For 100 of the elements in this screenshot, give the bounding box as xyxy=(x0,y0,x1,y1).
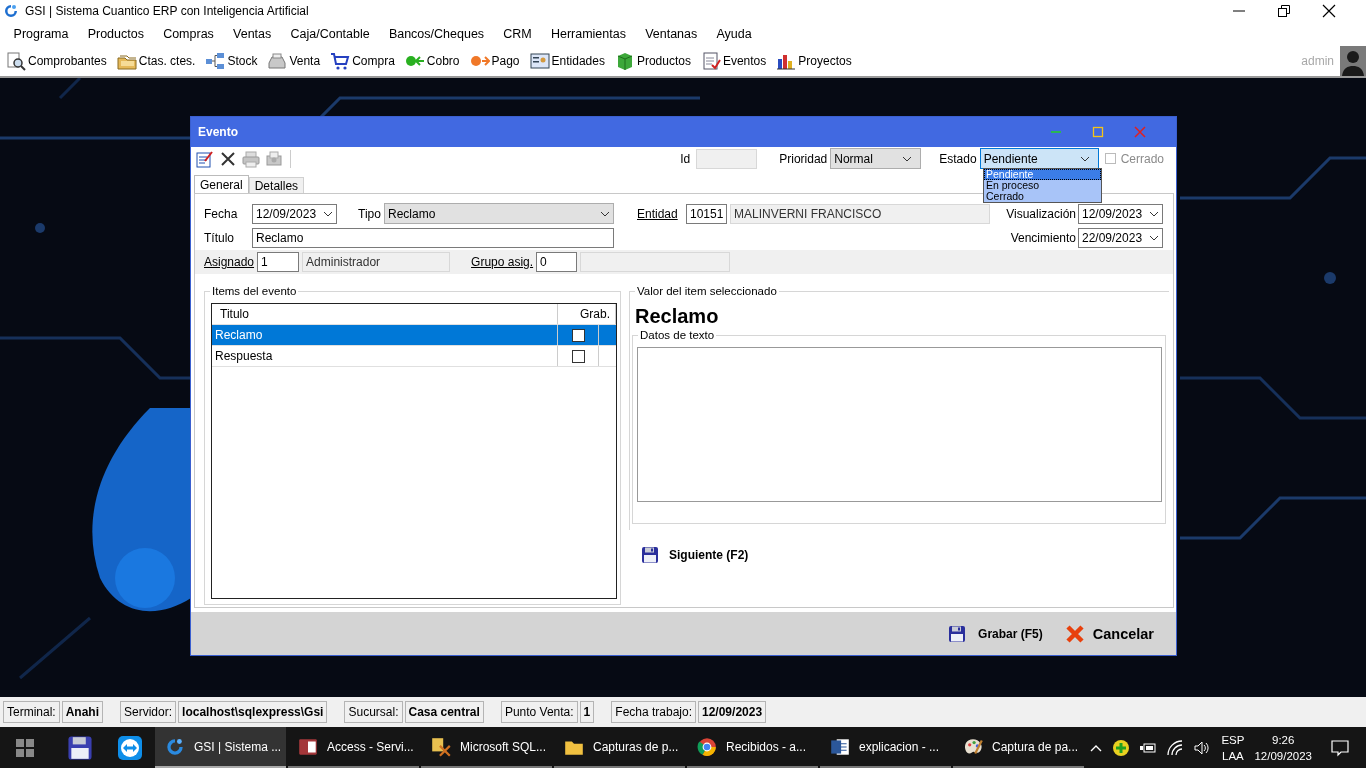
close-icon[interactable] xyxy=(1321,3,1337,19)
grid-icon[interactable] xyxy=(15,737,35,758)
dropdown-option[interactable]: En proceso xyxy=(984,180,1101,191)
dropdown-option[interactable]: Cerrado xyxy=(984,191,1101,202)
field-label: Título xyxy=(204,230,235,245)
toolbar-button[interactable]: Compra xyxy=(352,54,395,68)
field-label: Fecha xyxy=(204,206,239,221)
edit-note-icon[interactable] xyxy=(196,149,214,168)
checkbox[interactable] xyxy=(571,328,585,342)
toolbar-button[interactable]: Pago xyxy=(491,54,520,68)
taskbar-button[interactable]: Microsoft SQL... xyxy=(421,727,552,768)
menu-item[interactable]: Ayuda xyxy=(706,27,762,41)
status-label: Terminal: xyxy=(3,701,60,723)
status-value: Anahi xyxy=(61,701,104,723)
window-title: GSI | Sistema Cuantico ERP con Inteligencia Artificial xyxy=(25,4,309,18)
wifi-icon[interactable] xyxy=(1166,738,1185,757)
browser-icon xyxy=(696,735,718,758)
notification-icon[interactable] xyxy=(1330,737,1350,758)
caret-icon xyxy=(902,155,913,162)
field-link[interactable]: Asignado xyxy=(204,255,255,269)
taskbar-button[interactable]: GSI | Sistema ... xyxy=(155,727,286,768)
field-label: Estado xyxy=(939,151,977,166)
taskbar-button[interactable]: Captura de pa... xyxy=(953,727,1084,768)
toolbar-button[interactable]: Productos xyxy=(636,54,691,68)
status-label: Punto Venta: xyxy=(500,701,578,723)
menu-item[interactable]: Bancos/Cheques xyxy=(379,27,494,41)
menu-item[interactable]: Ventanas xyxy=(635,27,707,41)
toolbar-button[interactable]: Comprobantes xyxy=(28,54,107,68)
checkbox-label: Cerrado xyxy=(1120,151,1164,166)
dropdown-option[interactable]: Pendiente xyxy=(984,169,1101,180)
document-search-icon[interactable] xyxy=(6,51,26,71)
menu-item[interactable]: Caja/Contable xyxy=(280,27,380,41)
code-field[interactable]: 10151 xyxy=(686,203,727,224)
toolbar-button[interactable]: Eventos xyxy=(722,54,767,68)
remote-arrows-icon[interactable] xyxy=(117,734,143,761)
toolbar-button[interactable]: Cobro xyxy=(426,54,460,68)
menu-item[interactable]: CRM xyxy=(493,27,542,41)
name-field[interactable]: Administrador xyxy=(302,252,451,272)
save-button[interactable]: Grabar (F5) xyxy=(948,624,1043,643)
status-value: Casa central xyxy=(404,701,484,723)
menu-item[interactable]: Compras xyxy=(153,27,224,41)
maximize-icon[interactable] xyxy=(1092,126,1104,138)
toolbar-button[interactable]: Venta xyxy=(289,54,321,68)
taskbar-button[interactable]: explicacion - ... xyxy=(820,727,951,768)
name-field[interactable] xyxy=(580,252,731,272)
toolbar-button[interactable]: Ctas. ctes. xyxy=(138,54,196,68)
next-button[interactable]: Siguiente (F2) xyxy=(641,546,1169,564)
name-field[interactable]: MALINVERNI FRANCISCO xyxy=(730,203,990,224)
field-label: Id xyxy=(680,151,691,166)
priority-dropdown[interactable]: Normal xyxy=(830,148,922,169)
date-field[interactable]: 12/09/2023 xyxy=(252,203,337,224)
date-field[interactable]: 12/09/2023 xyxy=(1078,203,1163,224)
field-link[interactable]: Grupo asig. xyxy=(471,255,534,269)
caret-icon xyxy=(1149,234,1159,241)
taskbar-button[interactable]: Capturas de p... xyxy=(554,727,685,768)
table-cell: Reclamo xyxy=(212,325,558,345)
caret-icon xyxy=(1079,155,1090,162)
field-link[interactable]: Entidad xyxy=(637,206,683,221)
clock-time: 9:26 xyxy=(1272,732,1295,748)
group-label: Datos de texto xyxy=(639,329,716,341)
tab[interactable]: Detalles xyxy=(248,177,305,193)
delete-icon[interactable] xyxy=(219,149,237,168)
menu-item[interactable]: Ventas xyxy=(223,27,281,41)
status-dropdown[interactable]: Pendiente xyxy=(979,148,1099,169)
network-icon[interactable] xyxy=(205,51,226,71)
caret-icon xyxy=(1149,210,1159,217)
group-label: Valor del item seleccionado xyxy=(636,285,778,297)
floppy-icon xyxy=(641,546,659,564)
type-dropdown[interactable]: Reclamo xyxy=(384,203,614,224)
checkbox[interactable] xyxy=(571,349,585,363)
cash-register-icon[interactable] xyxy=(267,51,288,71)
menu-item[interactable]: Productos xyxy=(78,27,154,41)
taskbar-button[interactable]: Access - Servi... xyxy=(288,727,419,768)
cancel-button[interactable]: Cancelar xyxy=(1064,623,1154,644)
swirl-icon xyxy=(3,3,19,19)
date-field[interactable]: 22/09/2023 xyxy=(1078,227,1163,248)
cart-icon[interactable] xyxy=(330,51,351,71)
code-field[interactable]: 0 xyxy=(536,252,578,272)
menu-item[interactable]: Programa xyxy=(4,27,79,41)
table-row[interactable]: Reclamo xyxy=(212,325,616,346)
id-field[interactable] xyxy=(696,148,758,169)
code-field[interactable]: 1 xyxy=(257,252,300,272)
table-row[interactable]: Respuesta xyxy=(212,346,616,367)
taskbar-button[interactable]: Recibidos - a... xyxy=(687,727,818,768)
caret-icon xyxy=(323,210,333,217)
title-field[interactable]: Reclamo xyxy=(252,227,614,248)
cross-icon xyxy=(1064,623,1085,644)
floppy-icon[interactable] xyxy=(67,734,93,761)
menu-item[interactable]: Herramientas xyxy=(541,27,636,41)
plus-circle-icon[interactable] xyxy=(1112,738,1131,757)
toolbar-button[interactable]: Proyectos xyxy=(798,54,852,68)
toolbar-button[interactable]: Entidades xyxy=(551,54,605,68)
tab[interactable]: General xyxy=(194,175,249,193)
id-card-icon[interactable] xyxy=(529,51,550,71)
clock-date: 12/09/2023 xyxy=(1254,748,1312,764)
status-label: Sucursal: xyxy=(344,701,403,723)
field-label: Visualización xyxy=(1006,206,1076,221)
toolbar-button[interactable]: Stock xyxy=(227,54,258,68)
checklist-icon[interactable] xyxy=(700,51,721,71)
restore-icon[interactable] xyxy=(1276,3,1292,19)
